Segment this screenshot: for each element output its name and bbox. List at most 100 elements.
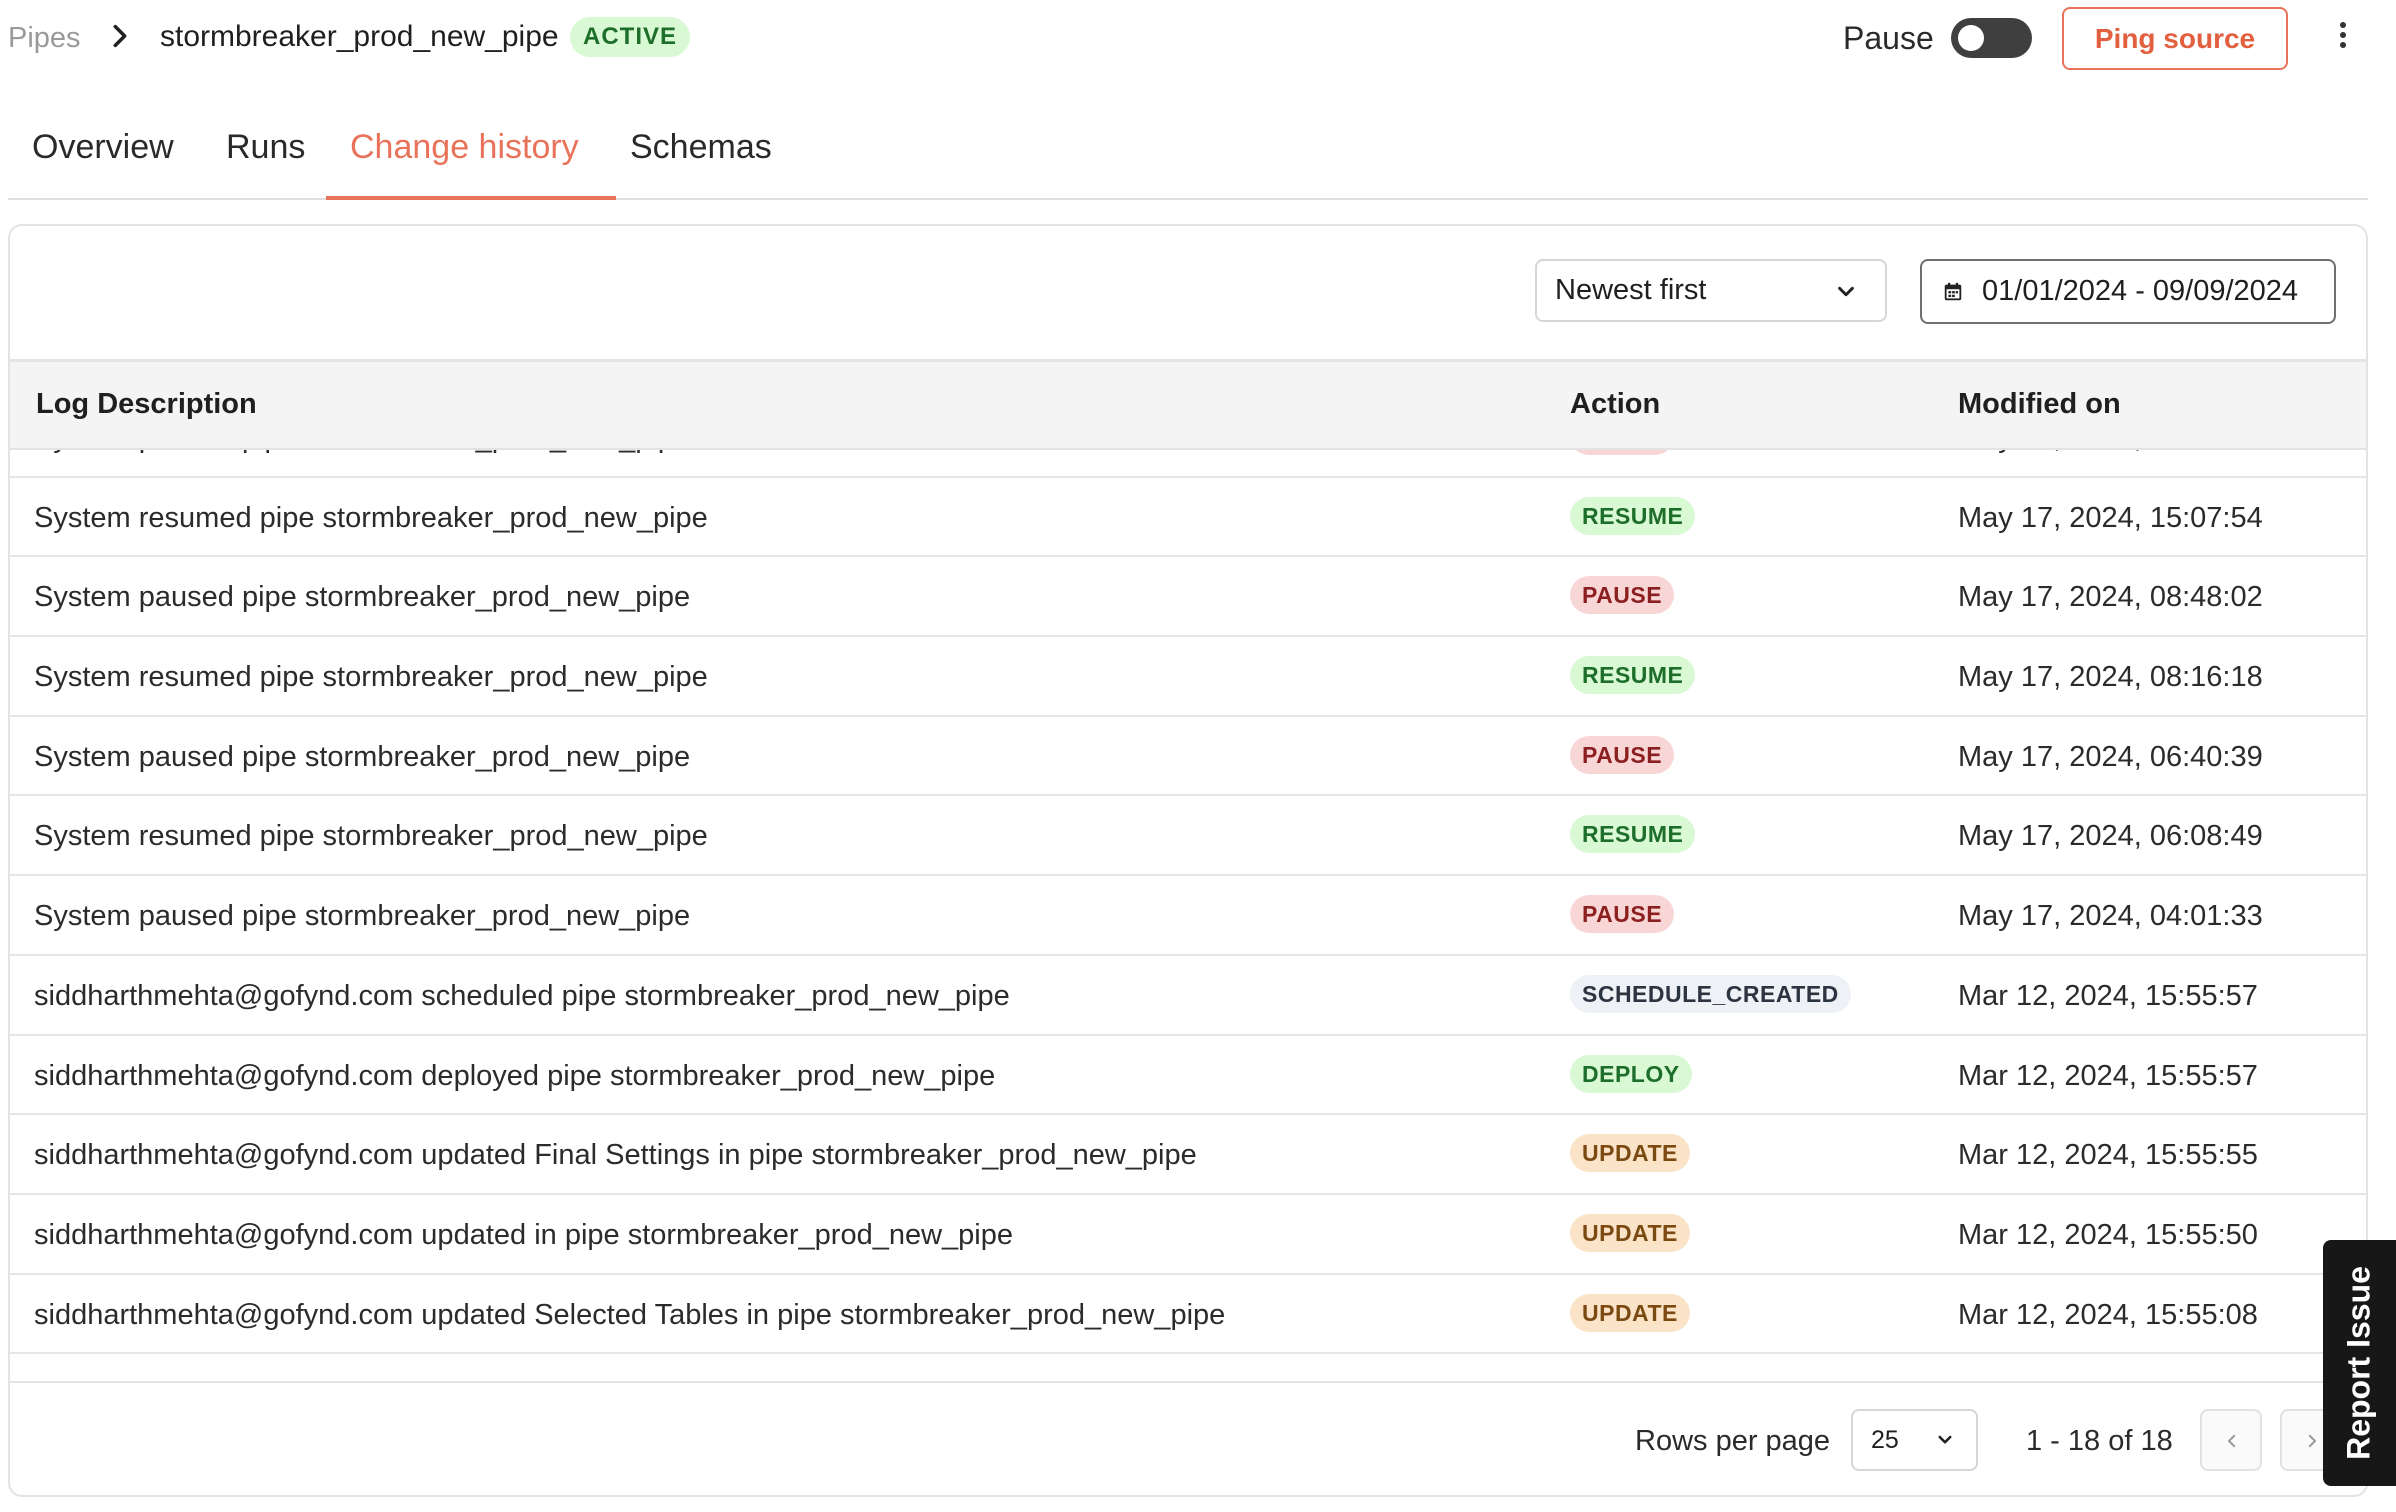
table-row: System paused pipe stormbreaker_prod_new… — [10, 717, 2366, 797]
action-badge: PAUSE — [1570, 735, 1675, 774]
table-row: System paused pipe stormbreaker_prod_new… — [10, 557, 2366, 638]
table-row: siddharthmehta@gofynd.com deployed pipe … — [10, 1036, 2366, 1116]
calendar-icon — [1944, 282, 1962, 301]
modified-on-cell: May 17, 2024, 15:28:10 — [1958, 450, 2263, 455]
table-row: siddharthmehta@gofynd.com updated Select… — [10, 1275, 2366, 1355]
history-table: Log Description Action Modified on Syste… — [10, 359, 2366, 1359]
action-cell: RESUME — [1570, 656, 1696, 695]
pause-label: Pause — [1843, 20, 1934, 56]
ping-source-button[interactable]: Ping source — [2062, 7, 2288, 70]
action-badge: RESUME — [1570, 496, 1696, 535]
table-row: System resumed pipe stormbreaker_prod_ne… — [10, 637, 2366, 717]
table-row: siddharthmehta@gofynd.com updated Final … — [10, 1115, 2366, 1195]
active-tab-indicator — [326, 196, 616, 200]
report-issue-label: Report Issue — [2340, 1266, 2377, 1460]
table-row: System paused pipe stormbreaker_prod_new… — [10, 450, 2366, 478]
action-badge: PAUSE — [1570, 450, 1675, 455]
action-cell: UPDATE — [1570, 1213, 1690, 1252]
log-description-cell: System resumed pipe stormbreaker_prod_ne… — [34, 501, 708, 534]
top-bar: Pipes stormbreaker_prod_new_pipe ACTIVE … — [0, 0, 2396, 80]
log-description-cell: System resumed pipe stormbreaker_prod_ne… — [34, 820, 708, 853]
action-badge: RESUME — [1570, 815, 1696, 854]
action-badge: UPDATE — [1570, 1134, 1690, 1173]
page-range: 1 - 18 of 18 — [2026, 1425, 2173, 1457]
breadcrumb-root[interactable]: Pipes — [8, 22, 81, 55]
modified-on-cell: Mar 12, 2024, 15:55:08 — [1958, 1298, 2258, 1331]
status-badge: ACTIVE — [570, 17, 691, 57]
modified-on-cell: Mar 12, 2024, 15:55:50 — [1958, 1218, 2258, 1251]
modified-on-cell: May 17, 2024, 04:01:33 — [1958, 900, 2263, 933]
log-description-cell: System paused pipe stormbreaker_prod_new… — [34, 450, 690, 455]
report-issue-button[interactable]: Report Issue — [2323, 1240, 2396, 1486]
action-cell: PAUSE — [1570, 576, 1675, 615]
tab-bar: Overview Runs Change history Schemas — [8, 118, 2368, 200]
table-row: System resumed pipe stormbreaker_prod_ne… — [10, 478, 2366, 558]
log-description-cell: siddharthmehta@gofynd.com deployed pipe … — [34, 1059, 996, 1092]
sort-select-value: Newest first — [1555, 274, 1707, 306]
date-range-value: 01/01/2024 - 09/09/2024 — [1982, 275, 2299, 307]
action-badge: PAUSE — [1570, 576, 1675, 615]
table-row: siddharthmehta@gofynd.com created pipe s… — [10, 1354, 2366, 1368]
chevron-left-icon — [2228, 1434, 2236, 1448]
action-cell: UPDATE — [1570, 1293, 1690, 1332]
action-badge: RESUME — [1570, 656, 1696, 695]
pagination-bar: Rows per page 25 1 - 18 of 18 — [10, 1381, 2366, 1495]
modified-on-cell: May 17, 2024, 15:07:54 — [1958, 501, 2263, 534]
more-options-icon[interactable] — [2330, 18, 2356, 58]
modified-on-cell: May 17, 2024, 08:48:02 — [1958, 581, 2263, 614]
log-description-cell: System paused pipe stormbreaker_prod_new… — [34, 900, 691, 933]
column-header-action: Action — [1570, 388, 1661, 420]
chevron-down-icon — [1838, 286, 1854, 297]
date-range-picker[interactable]: 01/01/2024 - 09/09/2024 — [1920, 259, 2336, 324]
sort-select[interactable]: Newest first — [1535, 259, 1887, 322]
action-cell: RESUME — [1570, 815, 1696, 854]
change-history-card: Newest first 01/01/2024 - 09/09/2024 Log… — [8, 224, 2368, 1497]
log-description-cell: siddharthmehta@gofynd.com updated in pip… — [34, 1218, 1013, 1251]
rows-per-page-value: 25 — [1871, 1426, 1899, 1454]
action-cell: PAUSE — [1570, 450, 1675, 455]
modified-on-cell: May 17, 2024, 06:08:49 — [1958, 820, 2263, 853]
action-badge: UPDATE — [1570, 1213, 1690, 1252]
modified-on-cell: Mar 12, 2024, 15:55:57 — [1958, 979, 2258, 1012]
table-body[interactable]: System paused pipe stormbreaker_prod_new… — [10, 450, 2366, 1368]
tab-change-history[interactable]: Change history — [350, 128, 579, 167]
table-rows: System paused pipe stormbreaker_prod_new… — [10, 450, 2366, 1368]
previous-page-button[interactable] — [2200, 1409, 2262, 1471]
modified-on-cell: May 17, 2024, 06:40:39 — [1958, 740, 2263, 773]
rows-per-page-select[interactable]: 25 — [1851, 1409, 1978, 1471]
log-description-cell: System resumed pipe stormbreaker_prod_ne… — [34, 661, 708, 694]
chevron-right-icon — [113, 24, 127, 48]
pause-toggle[interactable] — [1951, 18, 2032, 58]
action-badge: PAUSE — [1570, 895, 1675, 934]
breadcrumb-current: stormbreaker_prod_new_pipe — [160, 20, 559, 53]
log-description-cell: siddharthmehta@gofynd.com updated Final … — [34, 1139, 1197, 1172]
action-cell: UPDATE — [1570, 1134, 1690, 1173]
rows-per-page-label: Rows per page — [1635, 1425, 1831, 1457]
table-row: System paused pipe stormbreaker_prod_new… — [10, 876, 2366, 956]
log-description-cell: System paused pipe stormbreaker_prod_new… — [34, 581, 691, 614]
table-row: siddharthmehta@gofynd.com updated in pip… — [10, 1195, 2366, 1275]
tab-runs[interactable]: Runs — [226, 128, 305, 167]
action-cell: RESUME — [1570, 496, 1696, 535]
chevron-right-icon — [2308, 1434, 2316, 1448]
modified-on-cell: Mar 12, 2024, 15:55:57 — [1958, 1059, 2258, 1092]
table-row: System resumed pipe stormbreaker_prod_ne… — [10, 796, 2366, 877]
chevron-down-icon — [1938, 1435, 1952, 1444]
action-cell: SCHEDULE_CREATED — [1570, 974, 1851, 1013]
tab-overview[interactable]: Overview — [32, 128, 174, 167]
table-header: Log Description Action Modified on — [10, 362, 2366, 450]
log-description-cell: siddharthmehta@gofynd.com scheduled pipe… — [34, 979, 1010, 1012]
action-cell: PAUSE — [1570, 895, 1675, 934]
tab-schemas[interactable]: Schemas — [630, 128, 772, 167]
table-row: siddharthmehta@gofynd.com scheduled pipe… — [10, 956, 2366, 1036]
action-badge: UPDATE — [1570, 1293, 1690, 1332]
action-badge: SCHEDULE_CREATED — [1570, 974, 1851, 1013]
modified-on-cell: May 17, 2024, 08:16:18 — [1958, 661, 2263, 694]
toggle-knob — [1958, 25, 1984, 51]
column-header-log-description: Log Description — [36, 388, 257, 420]
action-cell: DEPLOY — [1570, 1054, 1692, 1093]
log-description-cell: siddharthmehta@gofynd.com updated Select… — [34, 1298, 1226, 1331]
log-description-cell: System paused pipe stormbreaker_prod_new… — [34, 740, 691, 773]
action-cell: PAUSE — [1570, 735, 1675, 774]
modified-on-cell: Mar 12, 2024, 15:55:55 — [1958, 1139, 2258, 1172]
